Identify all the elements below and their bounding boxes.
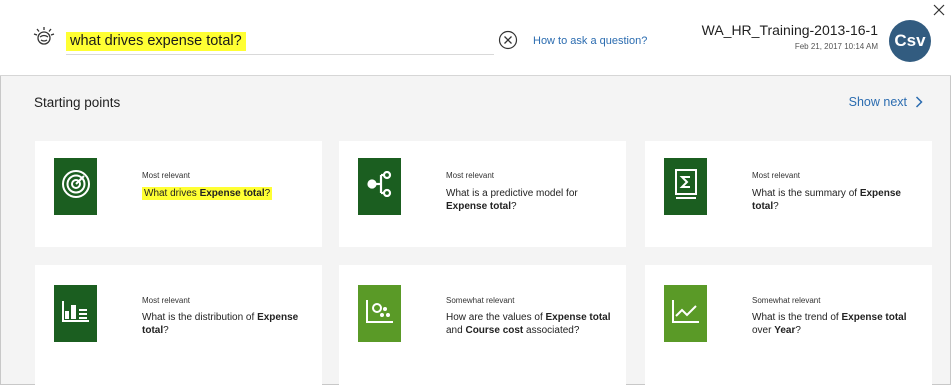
card-relevance-label: Most relevant (752, 171, 801, 180)
scatter-association-icon (365, 298, 395, 329)
chevron-right-icon (915, 96, 923, 108)
card-question-text: What is the trend of Expense total over … (752, 312, 907, 336)
dataset-avatar[interactable]: Csv (889, 20, 931, 62)
trend-line-icon (671, 298, 701, 329)
card-relevance-label: Most relevant (142, 171, 191, 180)
how-to-ask-link[interactable]: How to ask a question? (533, 35, 647, 47)
starting-point-card[interactable]: Somewhat relevant How are the values of E… (339, 265, 626, 385)
card-icon-tile (664, 158, 707, 215)
sigma-summary-icon (673, 168, 699, 205)
card-question-text: How are the values of Expense total and … (446, 312, 611, 336)
dataset-name: WA_HR_Training-2013-16-1 (701, 22, 878, 38)
starting-point-card[interactable]: Most relevant What is a predictive model … (339, 141, 626, 247)
section-title: Starting points (34, 95, 121, 110)
clear-search-icon[interactable] (498, 30, 518, 50)
show-next-label: Show next (848, 95, 907, 109)
starting-point-card[interactable]: Most relevant What is the distribution of… (35, 265, 322, 385)
starting-point-card[interactable]: Most relevant What drives Expense total? (35, 141, 322, 247)
card-question-text: What drives Expense total? (142, 187, 273, 200)
starting-point-card[interactable]: Somewhat relevant What is the trend of Ex… (645, 265, 932, 385)
search-query-text[interactable]: what drives expense total? (66, 32, 246, 51)
card-icon-tile (54, 285, 97, 342)
distribution-chart-icon (61, 299, 91, 328)
card-question-text: What is a predictive model for Expense t… (446, 188, 578, 212)
decision-tree-icon (365, 170, 395, 202)
target-radar-icon (61, 169, 91, 204)
close-icon[interactable] (933, 4, 945, 16)
card-icon-tile (54, 158, 97, 215)
show-next-button[interactable]: Show next (849, 95, 923, 109)
watson-logo-icon (33, 27, 55, 45)
card-relevance-label: Most relevant (446, 171, 495, 180)
card-question-text: What is the distribution of Expense tota… (142, 312, 299, 336)
starting-point-card[interactable]: Most relevant What is the summary of Expe… (645, 141, 932, 247)
card-question-text: What is the summary of Expense total? (752, 188, 901, 212)
card-relevance-label: Somewhat relevant (446, 296, 515, 305)
card-relevance-label: Most relevant (142, 296, 191, 305)
header-bar: what drives expense total? How to ask a … (0, 0, 951, 76)
card-icon-tile (358, 285, 401, 342)
card-relevance-label: Somewhat relevant (752, 296, 821, 305)
dataset-date: Feb 21, 2017 10:14 AM (794, 42, 878, 51)
card-icon-tile (358, 158, 401, 215)
card-icon-tile (664, 285, 707, 342)
